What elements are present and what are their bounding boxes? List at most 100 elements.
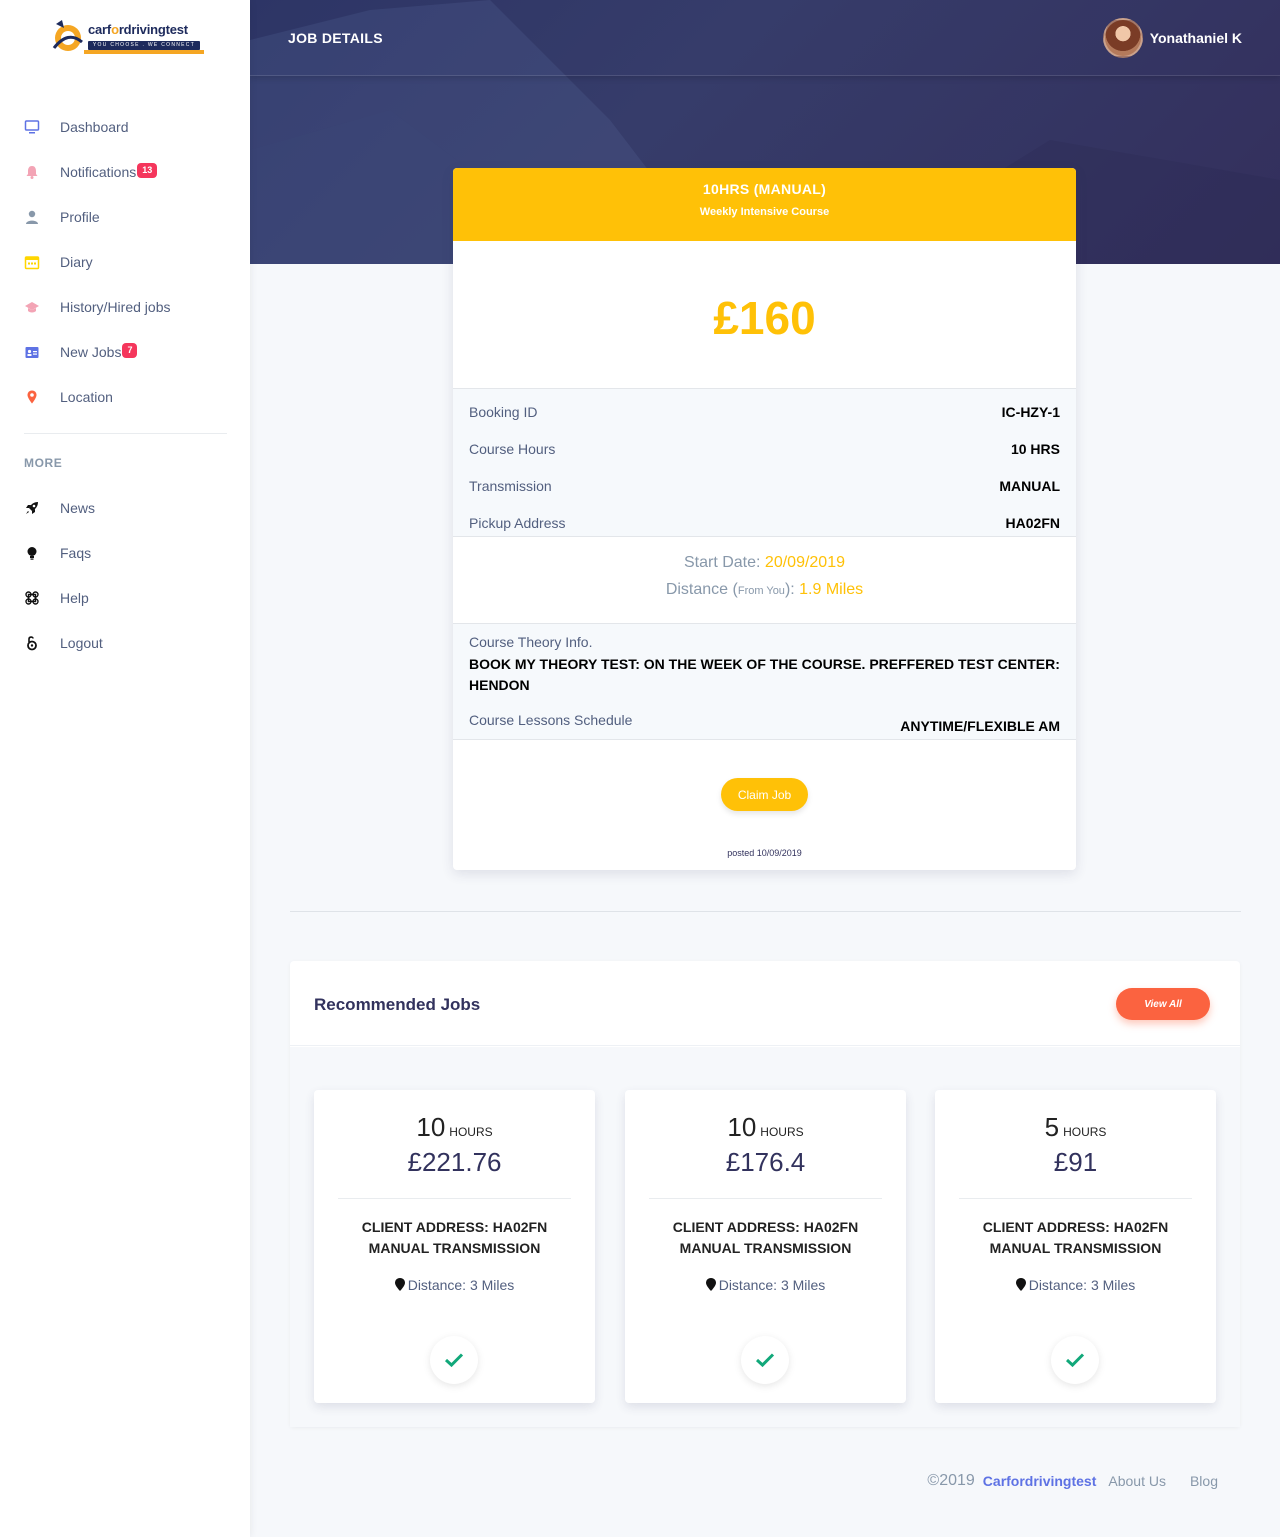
map-pin-icon <box>705 1278 716 1291</box>
booking-details: Booking ID IC-HZY-1 Course Hours 10 HRS … <box>453 389 1076 537</box>
accept-job-button[interactable] <box>741 1336 789 1384</box>
recommended-header: Recommended Jobs View All <box>290 961 1240 1046</box>
job-price: £160 <box>713 292 816 344</box>
sidebar-item-help[interactable]: Help <box>0 575 250 620</box>
sidebar-item-dashboard[interactable]: Dashboard <box>0 104 250 149</box>
card-divider <box>649 1198 882 1199</box>
footer-blog-link[interactable]: Blog <box>1190 1473 1218 1489</box>
card-divider <box>338 1198 571 1199</box>
sidebar-item-location[interactable]: Location <box>0 374 250 419</box>
card-divider <box>959 1198 1192 1199</box>
logo-mark-icon <box>52 20 83 51</box>
graduation-cap-icon <box>24 299 40 315</box>
sidebar-item-label: Location <box>60 388 113 405</box>
recommended-jobs-panel: Recommended Jobs View All 10 HOURS £221.7… <box>290 961 1240 1427</box>
sidebar-item-label: Dashboard <box>60 118 129 135</box>
job-title: 10HRS (MANUAL) <box>702 181 827 197</box>
sidebar-item-logout[interactable]: Logout <box>0 620 250 665</box>
avatar[interactable] <box>1102 18 1143 58</box>
brand-logo[interactable]: carfordrivingtest YOU CHOOSE . WE CONNEC… <box>48 14 204 58</box>
detail-value: MANUAL <box>999 477 1060 494</box>
distance-from-label: From You <box>737 585 785 597</box>
schedule-label: Course Lessons Schedule <box>469 712 633 728</box>
sidebar-item-history[interactable]: History/Hired jobs <box>0 284 250 329</box>
posted-date: posted 10/09/2019 <box>727 848 802 858</box>
sidebar-item-label: Logout <box>60 634 103 651</box>
date-distance-section: Start Date: 20/09/2019 Distance (From Yo… <box>453 537 1076 624</box>
sidebar-item-new-jobs[interactable]: New Jobs 7 <box>0 329 250 374</box>
view-all-button[interactable]: View All <box>1116 988 1210 1020</box>
sidebar-item-label: Help <box>60 589 89 606</box>
detail-row-pickup-address: Pickup Address HA02FN <box>469 504 1060 541</box>
sidebar-item-label: News <box>60 499 96 516</box>
detail-row-course-hours: Course Hours 10 HRS <box>469 430 1060 467</box>
lock-open-icon <box>24 635 40 651</box>
user-icon <box>24 209 40 225</box>
check-icon <box>1065 1353 1085 1368</box>
copyright: ©2019 <box>927 1472 975 1489</box>
id-badge-icon <box>24 344 40 360</box>
detail-label: Course Hours <box>469 440 556 457</box>
map-pin-icon <box>394 1278 405 1291</box>
bell-icon <box>24 164 40 180</box>
job-hours: 10 HOURS <box>727 1112 804 1142</box>
footer: ©2019 Carfordrivingtest About Us Blog <box>927 1472 1218 1490</box>
start-date-label: Start Date: <box>683 554 761 571</box>
notification-count-badge: 13 <box>137 163 158 178</box>
new-jobs-count-badge: 7 <box>122 343 138 358</box>
sidebar-item-label: Diary <box>60 253 93 270</box>
claim-job-button[interactable]: Claim Job <box>721 778 808 811</box>
sidebar-section-heading: MORE <box>24 456 63 470</box>
rocket-icon <box>24 500 40 516</box>
job-price: £176.4 <box>725 1147 806 1177</box>
detail-value: HA02FN <box>1005 514 1060 531</box>
job-address: CLIENT ADDRESS: HA02FN MANUAL TRANSMISSIO… <box>361 1219 548 1256</box>
job-price: £91 <box>1053 1147 1098 1177</box>
user-name[interactable]: Yonathaniel K <box>1150 30 1242 46</box>
detail-value: 10 HRS <box>1010 440 1060 457</box>
distance-value: 1.9 Miles <box>799 581 864 598</box>
pin-icon <box>24 389 40 405</box>
theory-label: Course Theory Info. <box>469 634 593 650</box>
job-hours: 5 HOURS <box>1044 1112 1107 1142</box>
detail-label: Booking ID <box>469 403 538 420</box>
check-icon <box>755 1353 775 1368</box>
recommended-job-card[interactable]: 5 HOURS £91 CLIENT ADDRESS: HA02FN MANUAL … <box>935 1090 1216 1403</box>
brand-name: carfordrivingtest <box>88 22 188 37</box>
sidebar-item-profile[interactable]: Profile <box>0 194 250 239</box>
job-distance: Distance: 3 Miles <box>625 1277 906 1293</box>
sidebar-nav: Dashboard Notifications 13 Profile Diary… <box>0 104 250 419</box>
sidebar-item-label: Profile <box>60 208 100 225</box>
recommended-job-card[interactable]: 10 HOURS £221.76 CLIENT ADDRESS: HA02FN MA… <box>314 1090 595 1403</box>
sidebar-item-label: Notifications <box>60 163 137 180</box>
recommended-job-card[interactable]: 10 HOURS £176.4 CLIENT ADDRESS: HA02FN MAN… <box>625 1090 906 1403</box>
sidebar-item-diary[interactable]: Diary <box>0 239 250 284</box>
footer-about-link[interactable]: About Us <box>1108 1473 1166 1489</box>
section-divider <box>290 911 1241 912</box>
user-menu[interactable]: Yonathaniel K <box>1102 18 1242 58</box>
monitor-icon <box>24 119 40 135</box>
price-section: £160 <box>453 241 1076 389</box>
page-title: JOB DETAILS <box>288 30 383 46</box>
recommended-title: Recommended Jobs <box>314 995 481 1014</box>
schedule-row: Course Lessons Schedule ANYTIME/FLEXIBLE… <box>469 712 1060 737</box>
job-distance: Distance: 3 Miles <box>935 1277 1216 1293</box>
detail-label: Pickup Address <box>469 514 566 531</box>
detail-row-booking-id: Booking ID IC-HZY-1 <box>469 393 1060 430</box>
job-address: CLIENT ADDRESS: HA02FN MANUAL TRANSMISSIO… <box>672 1219 859 1256</box>
sidebar-item-label: History/Hired jobs <box>60 298 171 315</box>
schedule-value: ANYTIME/FLEXIBLE AM <box>900 718 1060 734</box>
sidebar-item-faqs[interactable]: Faqs <box>0 530 250 575</box>
sidebar-item-news[interactable]: News <box>0 485 250 530</box>
start-date-line: Start Date: 20/09/2019 <box>453 549 1076 576</box>
accept-job-button[interactable] <box>1051 1336 1099 1384</box>
top-navbar: JOB DETAILS Yonathaniel K <box>250 0 1280 76</box>
accept-job-button[interactable] <box>430 1336 478 1384</box>
sidebar-divider <box>24 433 227 434</box>
job-distance: Distance: 3 Miles <box>314 1277 595 1293</box>
sidebar-item-notifications[interactable]: Notifications 13 <box>0 149 250 194</box>
command-icon <box>24 590 40 606</box>
map-pin-icon <box>1015 1278 1026 1291</box>
distance-line: Distance (From You): 1.9 Miles <box>665 581 864 598</box>
footer-brand-link[interactable]: Carfordrivingtest <box>983 1473 1097 1489</box>
